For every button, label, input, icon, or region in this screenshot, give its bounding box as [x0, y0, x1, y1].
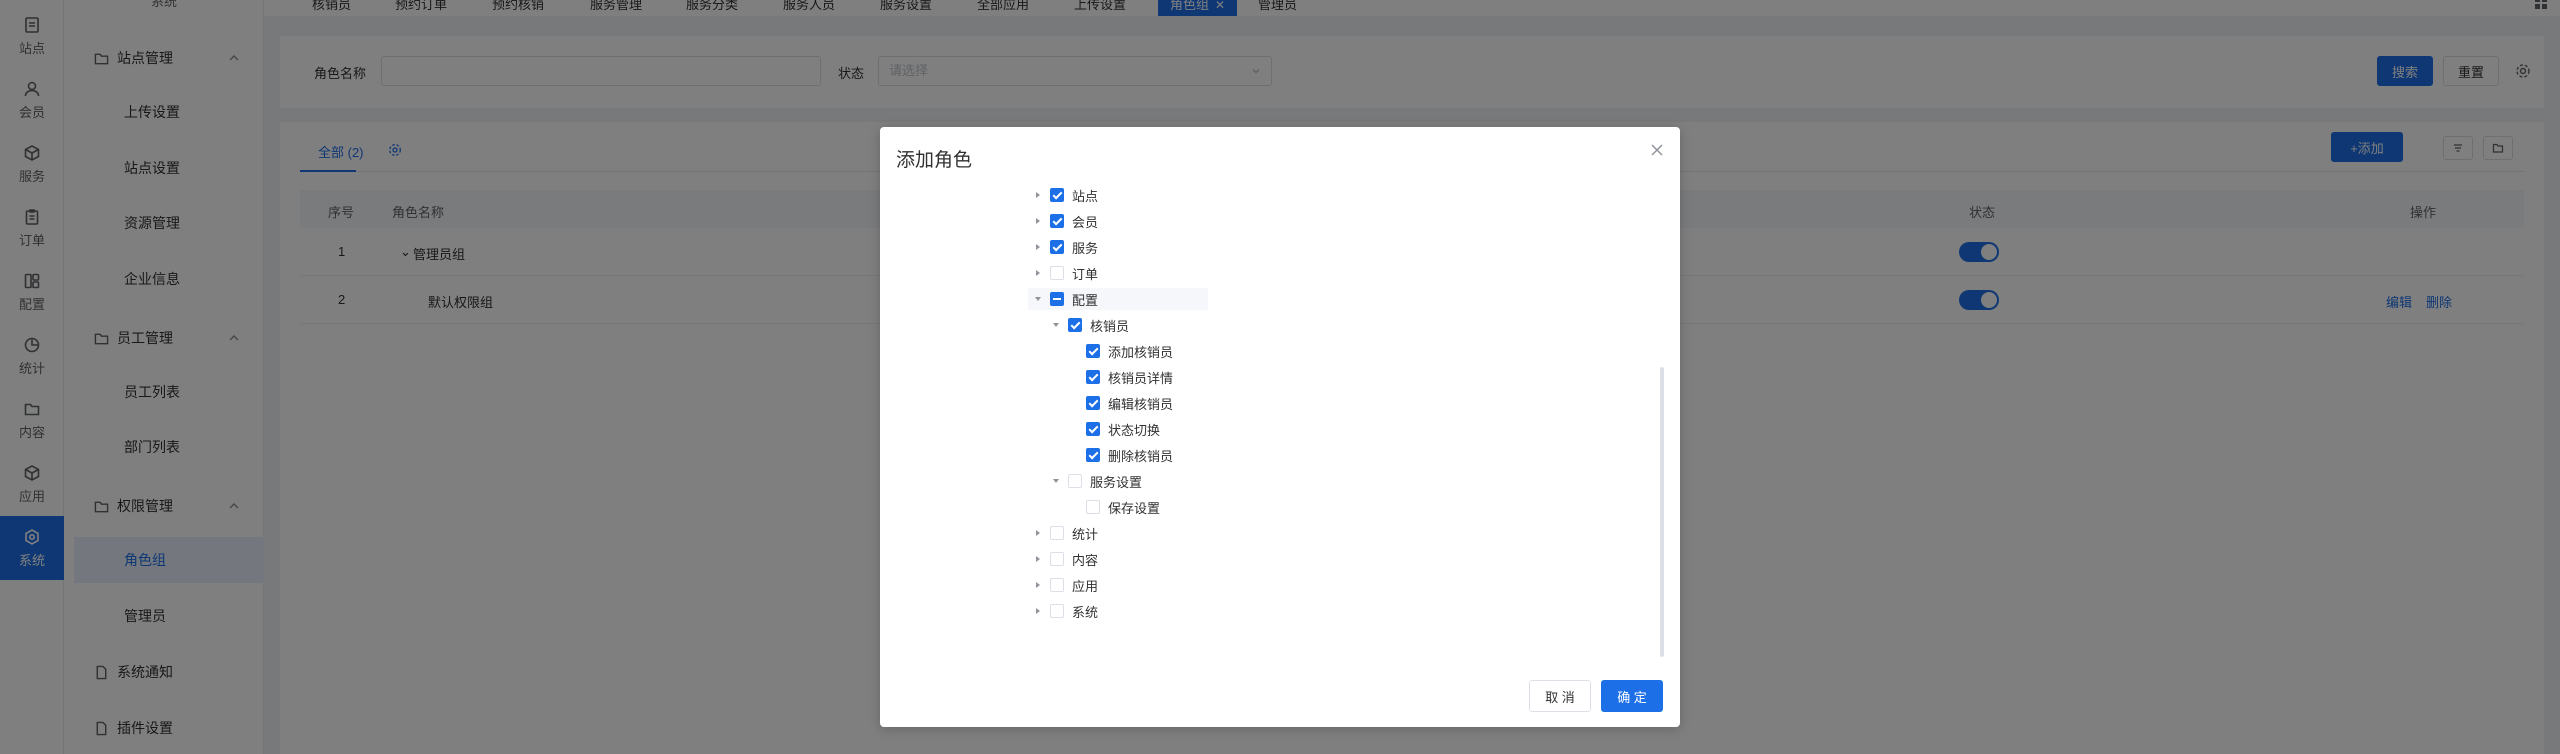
caret-down-icon: [1053, 479, 1059, 483]
tree-node[interactable]: 删除核销员: [1068, 444, 1173, 466]
expand-toggle[interactable]: [1032, 293, 1044, 305]
expand-toggle[interactable]: [1050, 475, 1062, 487]
caret-down-icon: [1053, 323, 1059, 327]
tree-node[interactable]: 统计: [1032, 522, 1098, 544]
tree-checkbox[interactable]: [1050, 266, 1064, 280]
tree-node-label: 核销员详情: [1108, 370, 1174, 386]
tree-node-label: 添加核销员: [1108, 344, 1174, 360]
add-role-dialog: 添加角色 站点会员服务订单配置核销员添加核销员核销员详情编辑核销员状态切换删除核…: [880, 127, 1680, 727]
caret-down-icon: [1035, 297, 1041, 301]
dialog-title: 添加角色: [896, 150, 973, 171]
tree-node[interactable]: 核销员详情: [1068, 366, 1173, 388]
tree-node-label: 统计: [1072, 526, 1099, 542]
tree-checkbox[interactable]: [1086, 370, 1100, 384]
caret-right-icon: [1036, 218, 1040, 224]
tree-checkbox[interactable]: [1086, 500, 1100, 514]
tree-node[interactable]: 编辑核销员: [1068, 392, 1173, 414]
tree-checkbox[interactable]: [1068, 318, 1082, 332]
tree-checkbox[interactable]: [1086, 344, 1100, 358]
expand-toggle[interactable]: [1032, 215, 1044, 227]
scrollbar[interactable]: [1660, 367, 1664, 657]
tree-node-label: 站点: [1072, 188, 1099, 204]
tree-checkbox[interactable]: [1050, 552, 1064, 566]
tree-node[interactable]: 添加核销员: [1068, 340, 1173, 362]
tree-node-label: 删除核销员: [1108, 448, 1174, 464]
caret-right-icon: [1036, 556, 1040, 562]
tree-node[interactable]: 保存设置: [1068, 496, 1160, 518]
tree-node-label: 服务设置: [1090, 474, 1143, 490]
caret-right-icon: [1036, 270, 1040, 276]
tree-node-label: 服务: [1072, 240, 1099, 256]
expand-toggle[interactable]: [1032, 241, 1044, 253]
tree-node-label: 订单: [1072, 266, 1099, 282]
tree-checkbox[interactable]: [1050, 578, 1064, 592]
cancel-button[interactable]: 取 消: [1529, 680, 1591, 712]
expand-toggle[interactable]: [1032, 605, 1044, 617]
expand-toggle[interactable]: [1032, 527, 1044, 539]
close-icon[interactable]: [1650, 143, 1664, 157]
expand-toggle[interactable]: [1032, 553, 1044, 565]
tree-node[interactable]: 服务: [1032, 236, 1098, 258]
tree-node[interactable]: 站点: [1032, 184, 1098, 206]
tree-node-label: 会员: [1072, 214, 1099, 230]
expand-toggle[interactable]: [1032, 579, 1044, 591]
tree-node[interactable]: 核销员: [1050, 314, 1129, 336]
expand-toggle[interactable]: [1032, 267, 1044, 279]
tree-node-label: 系统: [1072, 604, 1099, 620]
caret-right-icon: [1036, 192, 1040, 198]
tree-checkbox[interactable]: [1086, 448, 1100, 462]
tree-checkbox[interactable]: [1050, 188, 1064, 202]
caret-right-icon: [1036, 530, 1040, 536]
tree-node[interactable]: 配置: [1028, 288, 1208, 310]
caret-right-icon: [1036, 582, 1040, 588]
expand-toggle[interactable]: [1032, 189, 1044, 201]
tree-checkbox[interactable]: [1050, 214, 1064, 228]
tree-node-label: 应用: [1072, 578, 1099, 594]
tree-node-label: 状态切换: [1108, 422, 1161, 438]
tree-checkbox[interactable]: [1086, 396, 1100, 410]
tree-node-label: 编辑核销员: [1108, 396, 1174, 412]
tree-node-label: 保存设置: [1108, 500, 1161, 516]
caret-right-icon: [1036, 244, 1040, 250]
tree-node-label: 内容: [1072, 552, 1099, 568]
tree-node[interactable]: 系统: [1032, 600, 1098, 622]
tree-node[interactable]: 内容: [1032, 548, 1098, 570]
tree-node[interactable]: 订单: [1032, 262, 1098, 284]
tree-node[interactable]: 状态切换: [1068, 418, 1160, 440]
tree-checkbox[interactable]: [1050, 526, 1064, 540]
confirm-button[interactable]: 确 定: [1601, 680, 1663, 712]
tree-node-label: 配置: [1072, 292, 1099, 308]
expand-toggle[interactable]: [1050, 319, 1062, 331]
tree-node[interactable]: 应用: [1032, 574, 1098, 596]
tree-node[interactable]: 服务设置: [1050, 470, 1142, 492]
tree-node[interactable]: 会员: [1032, 210, 1098, 232]
caret-right-icon: [1036, 608, 1040, 614]
tree-checkbox[interactable]: [1068, 474, 1082, 488]
tree-checkbox[interactable]: [1050, 604, 1064, 618]
tree-checkbox[interactable]: [1086, 422, 1100, 436]
tree-checkbox[interactable]: [1050, 292, 1064, 306]
tree-checkbox[interactable]: [1050, 240, 1064, 254]
tree-node-label: 核销员: [1090, 318, 1130, 334]
